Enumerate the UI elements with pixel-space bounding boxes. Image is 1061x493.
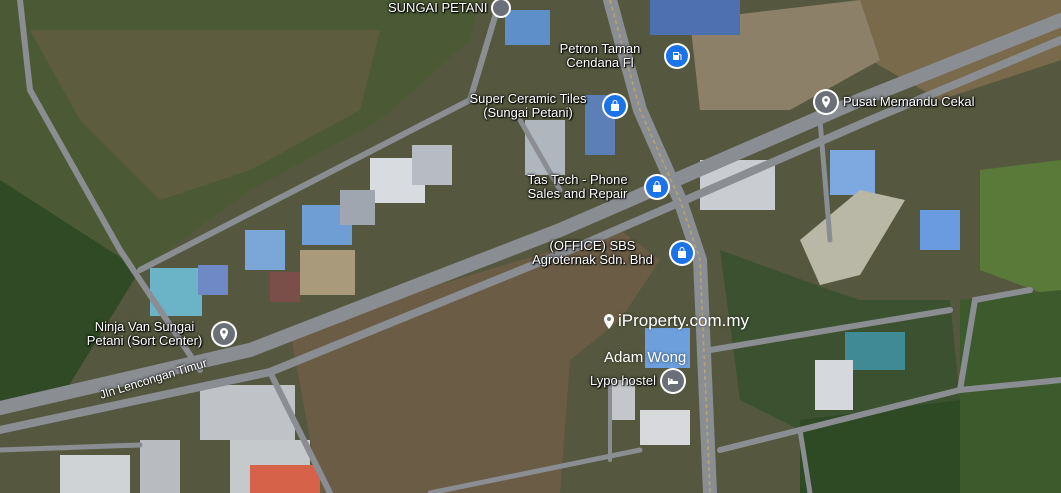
- poi-sbs-label: (OFFICE) SBS Agroternak Sdn. Bhd: [532, 238, 653, 267]
- poi-petron-label: Petron Taman Cendana Fl: [559, 41, 641, 70]
- satellite-map[interactable]: SUNGAI PETANI Petron Taman Cendana Fl Su…: [0, 0, 1061, 493]
- gas-station-icon: [666, 45, 688, 67]
- poi-tas-tech[interactable]: Tas Tech - Phone Sales and Repair: [515, 173, 668, 201]
- shopping-bag-icon: [671, 242, 693, 264]
- poi-sungai-petani[interactable]: SUNGAI PETANI: [388, 0, 510, 16]
- poi-sungai-petani-label: SUNGAI PETANI: [388, 0, 488, 15]
- poi-sbs[interactable]: (OFFICE) SBS Agroternak Sdn. Bhd: [520, 239, 693, 267]
- poi-lypo-hostel-label: Lypo hostel: [590, 373, 657, 388]
- poi-ninja-van-label: Ninja Van Sungai Petani (Sort Center): [86, 319, 203, 348]
- poi-ninja-van[interactable]: Ninja Van Sungai Petani (Sort Center): [82, 320, 235, 348]
- poi-tas-tech-label: Tas Tech - Phone Sales and Repair: [527, 172, 628, 201]
- shopping-bag-icon: [604, 95, 626, 117]
- watermark-site: iProperty.com.my: [618, 311, 749, 330]
- iproperty-watermark: iProperty.com.my: [603, 311, 749, 331]
- poi-super-ceramic-label: Super Ceramic Tiles (Sungai Petani): [469, 91, 587, 120]
- watermark-agent: Adam Wong: [604, 349, 687, 366]
- location-pin-icon: [493, 0, 510, 16]
- poi-lypo-hostel[interactable]: Lypo hostel: [590, 370, 685, 392]
- hotel-icon: [662, 370, 685, 392]
- poi-pusat-memandu[interactable]: Pusat Memandu Cekal: [815, 91, 975, 113]
- location-pin-icon: [604, 313, 614, 329]
- shopping-bag-icon: [646, 176, 668, 198]
- location-pin-icon: [815, 91, 837, 113]
- location-pin-icon: [213, 323, 235, 345]
- poi-petron[interactable]: Petron Taman Cendana Fl: [540, 42, 688, 70]
- poi-pusat-memandu-label: Pusat Memandu Cekal: [843, 94, 975, 109]
- poi-super-ceramic[interactable]: Super Ceramic Tiles (Sungai Petani): [458, 92, 626, 120]
